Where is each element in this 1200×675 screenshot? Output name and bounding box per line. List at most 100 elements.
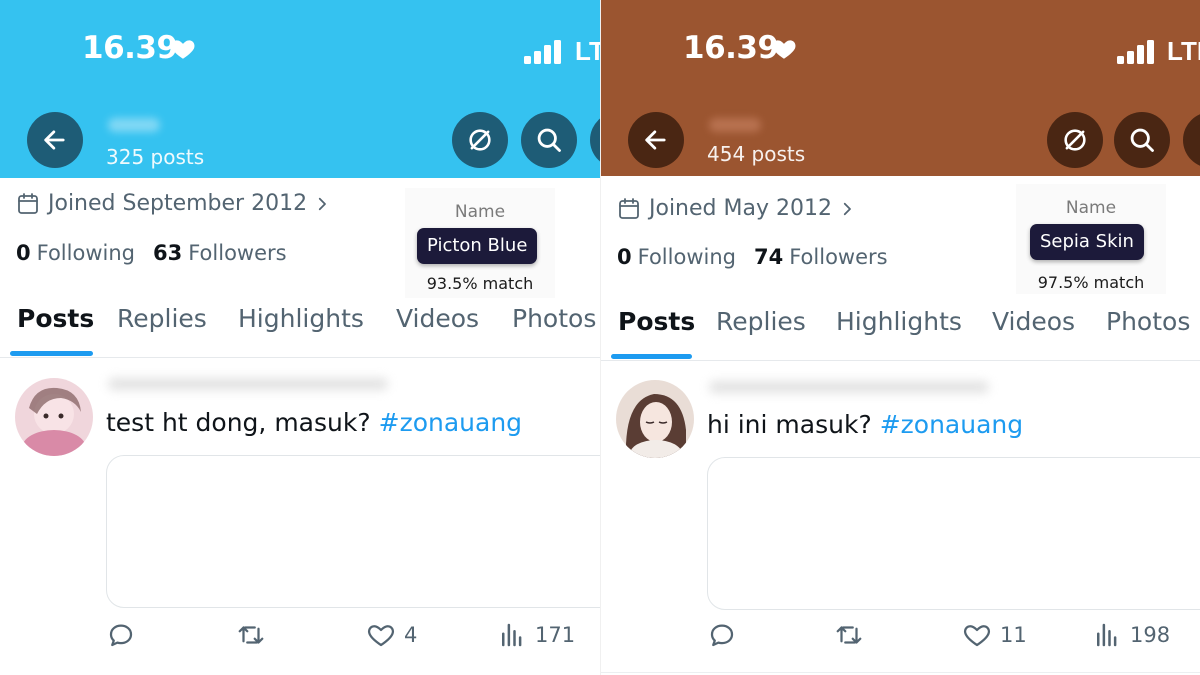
like-count: 4 — [404, 623, 418, 647]
following-link[interactable]: 0 Following — [617, 245, 736, 269]
joined-text: Joined May 2012 — [649, 196, 832, 221]
search-button[interactable] — [1114, 112, 1170, 168]
joined-date: Joined May 2012 — [617, 196, 856, 221]
like-icon — [963, 625, 991, 647]
followers-link[interactable]: 63 Followers — [153, 241, 287, 265]
tab-replies[interactable]: Replies — [117, 304, 207, 333]
active-tab-indicator — [10, 351, 93, 356]
color-name-label: Name — [1065, 198, 1117, 218]
followers-count: 74 — [753, 245, 784, 269]
more-button[interactable] — [1183, 112, 1200, 168]
avatar[interactable] — [616, 380, 694, 458]
joined-date: Joined September 2012 — [16, 191, 331, 216]
no-edit-icon — [469, 129, 491, 151]
following-link[interactable]: 0 Following — [16, 241, 135, 265]
tab-replies[interactable]: Replies — [716, 307, 806, 336]
like-button[interactable]: 4 — [366, 620, 417, 650]
retweet-icon — [238, 626, 264, 644]
chevron-right-icon — [843, 202, 851, 215]
back-button[interactable] — [628, 112, 684, 168]
back-arrow-icon — [645, 130, 666, 150]
profile-tabs: Posts Replies Highlights Videos Photos — [601, 303, 1200, 361]
retweet-button[interactable] — [236, 620, 266, 650]
views-icon — [1097, 623, 1117, 647]
back-arrow-icon — [44, 130, 65, 150]
tweet-author-blurred — [709, 381, 989, 393]
color-name-pill: Picton Blue — [417, 228, 538, 264]
color-match: 97.5% match — [1037, 273, 1145, 292]
like-button[interactable]: 11 — [962, 620, 1027, 650]
back-button[interactable] — [27, 112, 83, 168]
active-tab-indicator — [611, 354, 692, 359]
retweet-icon — [836, 626, 862, 644]
search-button[interactable] — [521, 112, 577, 168]
following-count: 0 — [617, 245, 632, 269]
profile-name-blurred — [709, 118, 761, 132]
profile-name-blurred — [108, 118, 160, 132]
profile-panel-right: 16.39 LTE 454 posts Joi — [600, 0, 1200, 675]
retweet-button[interactable] — [834, 620, 864, 650]
joined-text: Joined September 2012 — [48, 191, 308, 216]
tweet-body: test ht dong, masuk? — [106, 408, 371, 437]
network-type: LTE — [1167, 36, 1200, 66]
view-count: 198 — [1130, 623, 1171, 647]
tweet-text: hi ini masuk? #zonauang — [707, 410, 1023, 439]
following-label: Following — [637, 245, 736, 269]
divider — [601, 672, 1200, 673]
reply-button[interactable] — [707, 620, 737, 650]
tab-photos[interactable]: Photos — [512, 304, 596, 333]
reply-icon — [109, 624, 133, 647]
chevron-right-icon — [318, 197, 326, 210]
tweet-media-card[interactable] — [707, 457, 1200, 610]
views-button[interactable]: 198 — [1092, 620, 1170, 650]
tab-videos[interactable]: Videos — [992, 307, 1075, 336]
hashtag-link[interactable]: #zonauang — [880, 410, 1023, 439]
tweet-actions: 4 171 — [0, 620, 600, 656]
posts-count: 454 posts — [707, 142, 806, 166]
followers-count: 63 — [152, 241, 183, 265]
avatar-image — [15, 378, 93, 456]
tweet-author-blurred — [108, 378, 388, 390]
like-icon — [367, 625, 395, 647]
tweet-media-card[interactable] — [106, 455, 600, 608]
follow-stats: 0 Following 63 Followers — [16, 241, 305, 265]
following-label: Following — [36, 241, 135, 265]
reply-button[interactable] — [106, 620, 136, 650]
followers-label: Followers — [789, 245, 888, 269]
tab-posts[interactable]: Posts — [17, 304, 94, 333]
followers-label: Followers — [188, 241, 287, 265]
no-edit-button[interactable] — [452, 112, 508, 168]
followers-link[interactable]: 74 Followers — [754, 245, 888, 269]
search-icon — [1130, 128, 1154, 152]
tab-highlights[interactable]: Highlights — [238, 304, 364, 333]
tweet-text: test ht dong, masuk? #zonauang — [106, 408, 522, 437]
color-name-pill: Sepia Skin — [1030, 224, 1144, 260]
signal-icon — [524, 40, 561, 64]
view-count: 171 — [535, 623, 576, 647]
avatar[interactable] — [15, 378, 93, 456]
posts-count: 325 posts — [106, 145, 205, 169]
tab-highlights[interactable]: Highlights — [836, 307, 962, 336]
no-edit-button[interactable] — [1047, 112, 1103, 168]
status-time: 16.39 — [82, 30, 178, 66]
search-icon — [537, 128, 561, 152]
tab-photos[interactable]: Photos — [1106, 307, 1190, 336]
views-icon — [502, 623, 522, 647]
profile-tabs: Posts Replies Highlights Videos Photos — [0, 300, 600, 358]
hashtag-link[interactable]: #zonauang — [379, 408, 522, 437]
color-name-overlay: Name Picton Blue 93.5% match — [405, 188, 555, 298]
tab-videos[interactable]: Videos — [396, 304, 479, 333]
profile-header: 16.39 LTE 454 posts — [601, 0, 1200, 176]
more-button[interactable] — [590, 112, 600, 168]
views-button[interactable]: 171 — [497, 620, 575, 650]
color-match: 93.5% match — [426, 274, 534, 293]
tab-posts[interactable]: Posts — [618, 307, 695, 336]
network-type: LTE — [575, 36, 600, 66]
profile-panel-left: 16.39 LTE 325 posts Joi — [0, 0, 600, 675]
profile-header: 16.39 LTE 325 posts — [0, 0, 600, 178]
follow-stats: 0 Following 74 Followers — [617, 245, 906, 269]
calendar-icon — [18, 192, 38, 214]
like-count: 11 — [1000, 623, 1027, 647]
signal-icon — [1117, 40, 1154, 64]
heart-icon — [171, 40, 195, 59]
